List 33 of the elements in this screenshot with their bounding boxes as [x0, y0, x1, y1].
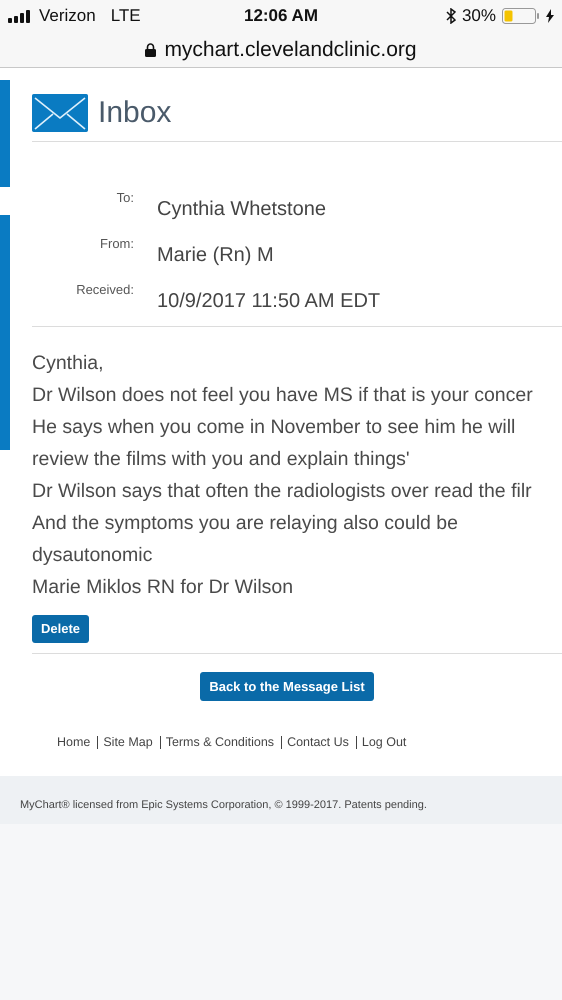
- message-line: Dr Wilson does not feel you have MS if that is your concer: [32, 383, 534, 408]
- url-text[interactable]: mychart.clevelandclinic.org: [164, 34, 417, 66]
- page-title: Inbox: [98, 95, 172, 131]
- envelope-icon: [32, 94, 88, 132]
- footer-link[interactable]: Home: [57, 733, 92, 752]
- carrier-name: Verizon: [39, 5, 96, 28]
- battery-icon: [502, 8, 540, 24]
- field-value: Cynthia Whetstone: [157, 197, 326, 222]
- delete-button[interactable]: Delete: [32, 615, 90, 643]
- battery-percent: 30%: [462, 5, 496, 28]
- message-line: Marie Miklos RN for Dr Wilson: [32, 575, 294, 600]
- message-line: dysautonomic: [32, 543, 154, 568]
- message-line: review the films with you and explain things': [32, 447, 411, 472]
- message-line: Dr Wilson says that often the radiologists over read the filr: [32, 479, 533, 504]
- field-value: 10/9/2017 11:50 AM EDT: [157, 289, 380, 314]
- copyright-text: MyChart® licensed from Epic Systems Corporation, © 1999-2017. Patents pending.: [20, 798, 427, 811]
- lock-icon: [145, 42, 156, 56]
- footer-link[interactable]: Log Out: [362, 733, 408, 752]
- message-line: And the symptoms you are relaying also could be: [32, 511, 459, 536]
- clock-time: 12:06 AM: [242, 5, 319, 28]
- charging-icon: [546, 9, 554, 23]
- network-type: LTE: [110, 5, 141, 28]
- field-label: To:: [116, 189, 134, 207]
- back-button[interactable]: Back to the Message List: [200, 672, 374, 701]
- field-label: Received:: [75, 281, 134, 299]
- message-line: Cynthia,: [32, 351, 105, 376]
- message-line: He says when you come in November to see him he will: [32, 415, 516, 440]
- field-value: Marie (Rn) M: [157, 243, 274, 268]
- bluetooth-icon: [446, 8, 456, 24]
- footer-link[interactable]: Site Map: [103, 733, 155, 752]
- field-label: From:: [99, 235, 134, 253]
- footer-link[interactable]: Terms & Conditions: [166, 733, 276, 752]
- footer-link[interactable]: Contact Us: [287, 733, 351, 752]
